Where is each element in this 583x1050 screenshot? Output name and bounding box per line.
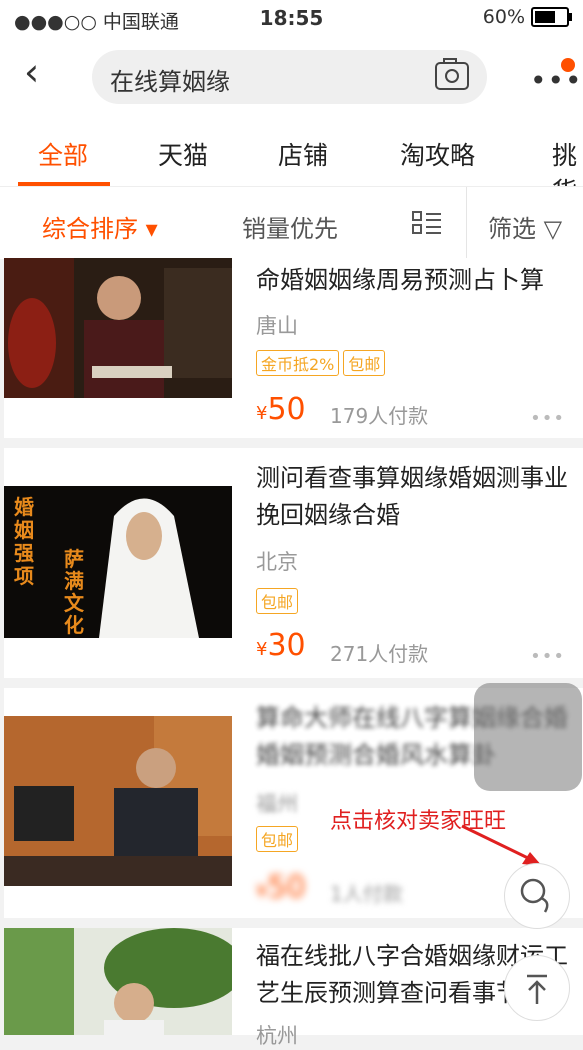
item-location: 唐山 (256, 314, 298, 338)
battery-percent: 60% (482, 6, 525, 28)
sales-sort[interactable]: 销量优先 (242, 209, 338, 244)
arrow-up-icon (527, 974, 547, 1004)
list-item[interactable]: 命婚姻姻缘周易预测占卜算 唐山 金币抵2% 包邮 ¥50 179人付款 ••• (4, 258, 583, 438)
product-image (4, 258, 232, 398)
item-location: 杭州 (256, 1024, 298, 1048)
thumb-caption: 萨满文化 (64, 547, 84, 637)
floating-overlay (474, 683, 582, 791)
list-item[interactable]: 婚姻强项 萨满文化 测问看查事算姻缘婚姻测事业挽回姻缘合婚 北京 包邮 ¥30 … (4, 448, 583, 678)
item-sales: 179人付款 (330, 404, 429, 428)
tab-tmall[interactable]: 天猫 (158, 136, 208, 172)
filter-button[interactable]: 筛选 ▽ (488, 209, 562, 244)
tab-all[interactable]: 全部 (38, 136, 88, 172)
status-bar: ●●●○○ 中国联通 18:55 60% (0, 0, 583, 36)
wangwang-chat-button[interactable] (504, 863, 570, 929)
search-query: 在线算姻缘 (110, 68, 230, 96)
free-shipping-tag: 包邮 (343, 350, 386, 376)
item-price: ¥50 (256, 392, 306, 427)
tab-guides[interactable]: 淘攻略 (400, 136, 475, 172)
back-to-top-button[interactable] (504, 955, 570, 1021)
coin-tag: 金币抵2% (256, 350, 340, 376)
item-more-icon[interactable]: ••• (530, 646, 565, 667)
filter-bar: 综合排序 ▾ 销量优先 筛选 ▽ (0, 186, 583, 259)
tab-shops[interactable]: 店铺 (278, 136, 328, 172)
item-title[interactable]: 测问看查事算姻缘婚姻测事业挽回姻缘合婚 (256, 460, 571, 534)
item-price: ¥30 (256, 628, 306, 663)
battery-area: 60% (482, 6, 572, 28)
item-tags: 包邮 (256, 826, 302, 852)
search-input[interactable]: 在线算姻缘 (92, 50, 487, 104)
item-title[interactable]: 命婚姻姻缘周易预测占卜算 (256, 262, 571, 299)
list-item[interactable]: 福在线批八字合婚姻缘财运工艺生辰预测算查问看事节 杭州 (4, 928, 583, 1048)
product-image (4, 716, 232, 886)
thumb-caption: 婚姻强项 (14, 495, 34, 588)
chat-icon (520, 878, 549, 913)
free-shipping-tag: 包邮 (256, 826, 299, 852)
item-location: 北京 (256, 550, 298, 574)
product-image (4, 928, 232, 1035)
more-icon[interactable]: ••• (530, 64, 583, 97)
layout-toggle-icon[interactable] (412, 211, 442, 235)
back-icon[interactable]: ‹ (24, 50, 39, 94)
item-tags: 包邮 (256, 588, 302, 614)
free-shipping-tag: 包邮 (256, 588, 299, 614)
item-sales: 271人付款 (330, 642, 429, 666)
battery-icon (531, 7, 572, 27)
camera-icon[interactable] (435, 58, 469, 90)
product-image: 婚姻强项 萨满文化 (4, 486, 232, 638)
sort-dropdown[interactable]: 综合排序 ▾ (42, 209, 158, 244)
item-tags: 金币抵2% 包邮 (256, 350, 389, 376)
item-sales: 1人付款 (330, 882, 403, 906)
item-price: ¥50 (256, 870, 306, 905)
item-location: 福州 (256, 792, 298, 816)
category-tabs: 全部 天猫 店铺 淘攻略 挑货 (0, 120, 583, 206)
search-bar: ‹ 在线算姻缘 ••• (0, 36, 583, 120)
item-more-icon[interactable]: ••• (530, 408, 565, 429)
notification-dot (561, 58, 575, 72)
